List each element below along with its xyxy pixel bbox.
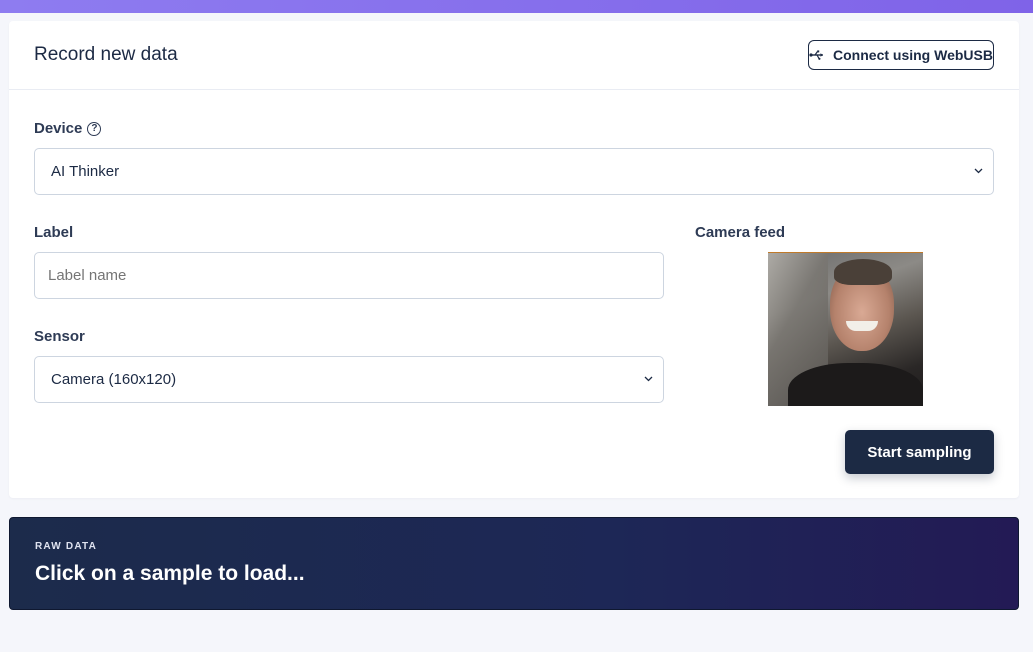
camera-feed-label: Camera feed [695, 224, 786, 241]
camera-person-body [788, 363, 923, 406]
raw-data-panel: RAW DATA Click on a sample to load... [9, 517, 1019, 610]
camera-person-hair [834, 259, 892, 285]
chevron-down-icon [974, 168, 983, 174]
connect-webusb-button[interactable]: Connect using WebUSB [808, 40, 994, 70]
raw-data-title: Click on a sample to load... [35, 562, 305, 585]
card-title: Record new data [34, 44, 178, 65]
camera-person-smile [846, 321, 878, 331]
device-select[interactable]: AI Thinker [34, 148, 994, 195]
label-field-label: Label [34, 224, 73, 241]
label-name-input[interactable] [34, 252, 664, 299]
start-sampling-button[interactable]: Start sampling [845, 430, 994, 474]
card-header: Record new data Connect using WebUSB [9, 21, 1019, 90]
sensor-select[interactable]: Camera (160x120) [34, 356, 664, 403]
sensor-selected-value: Camera (160x120) [51, 371, 177, 388]
help-circle-icon[interactable]: ? [87, 121, 102, 136]
camera-feed-label-row: Camera feed [695, 224, 785, 241]
camera-feed-image [768, 252, 923, 406]
connect-webusb-label: Connect using WebUSB [833, 47, 993, 63]
chevron-down-icon [644, 376, 653, 382]
start-sampling-label: Start sampling [867, 443, 972, 461]
device-selected-value: AI Thinker [51, 163, 120, 180]
device-label: Device [34, 120, 83, 137]
top-accent-bar [0, 0, 1033, 13]
label-label-text: Label [34, 224, 74, 241]
device-label-row: Device ? [34, 120, 102, 137]
sensor-label: Sensor [34, 328, 85, 345]
raw-data-kicker: RAW DATA [35, 541, 97, 552]
usb-icon [809, 50, 824, 60]
sensor-label-row: Sensor [34, 328, 85, 345]
